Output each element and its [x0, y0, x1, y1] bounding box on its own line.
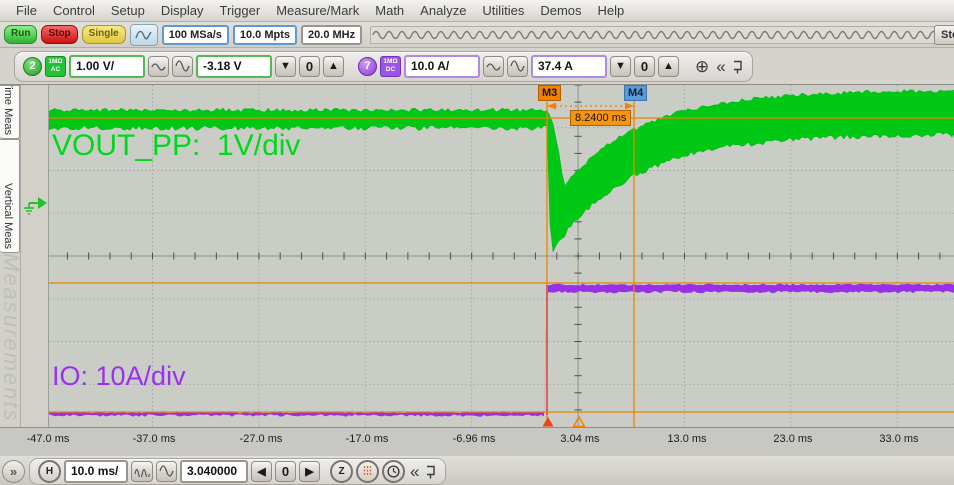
channel-2-badge[interactable]: 2: [23, 57, 42, 76]
channel-2-scale-coarse-button[interactable]: [172, 56, 193, 77]
channel-7-offset-zero-button[interactable]: 0: [634, 56, 655, 77]
channel-7-coupling: DC: [386, 66, 395, 74]
menu-bar: File Control Setup Display Trigger Measu…: [0, 0, 954, 22]
channel-2-impedance: 1MΩ: [48, 58, 62, 66]
wave-icon: [135, 29, 153, 41]
clock-button[interactable]: [382, 460, 405, 483]
channel-7-badge[interactable]: 7: [358, 57, 377, 76]
acquisition-wave-strip: [370, 26, 946, 44]
menu-item-display[interactable]: Display: [153, 1, 212, 20]
sample-rate-field[interactable]: 100 MSa/s: [162, 25, 229, 45]
x-axis-tick: -6.96 ms: [453, 433, 496, 445]
marker-m4-tag[interactable]: M4: [624, 85, 647, 101]
expand-panel-button[interactable]: »: [2, 460, 25, 483]
channel-2-coupling-badge[interactable]: 1MΩ AC: [45, 56, 66, 77]
menu-item-analyze[interactable]: Analyze: [412, 1, 474, 20]
channel-panel: 2 1MΩ AC 1.00 V/ -3.18 V ▼ 0 ▲ 7 1MΩ: [14, 51, 753, 82]
time-axis: -47.0 ms -37.0 ms -27.0 ms -17.0 ms -6.9…: [0, 427, 954, 456]
markers-button[interactable]: [356, 460, 379, 483]
menu-item-measure-mark[interactable]: Measure/Mark: [268, 1, 367, 20]
marker-delta-readout[interactable]: 8.2400 ms: [570, 110, 631, 126]
collapse-toolbar-icon[interactable]: «: [714, 58, 727, 75]
channel-2-offset-down-button[interactable]: ▼: [275, 56, 296, 77]
run-button[interactable]: Run: [4, 25, 37, 44]
x-axis-tick: -47.0 ms: [27, 433, 70, 445]
menu-item-help[interactable]: Help: [590, 1, 633, 20]
waveform-canvas[interactable]: [49, 85, 954, 427]
small-sine-icon: [151, 61, 166, 71]
channel-2-offset-up-button[interactable]: ▲: [323, 56, 344, 77]
x-axis-tick: 3.04 ms: [560, 433, 599, 445]
channel-2-offset-zero-button[interactable]: 0: [299, 56, 320, 77]
menu-item-trigger[interactable]: Trigger: [211, 1, 268, 20]
pin-toolbar-icon[interactable]: [731, 59, 744, 74]
channel-7-scale-fine-button[interactable]: [483, 56, 504, 77]
timebase-panel: H 10.0 ms/ 3.040000 ◀ 0 ▶ Z: [29, 458, 446, 485]
acquisition-toolbar: Run Stop Single 100 MSa/s 10.0 Mpts 20.0…: [0, 22, 954, 48]
sine-strip-icon: [371, 28, 945, 42]
x-axis-tick: -37.0 ms: [133, 433, 176, 445]
single-button[interactable]: Single: [82, 25, 126, 44]
waveform-display[interactable]: VOUT_PP: 1V/div IO: 10A/div M3 M4 8.2400…: [48, 85, 954, 427]
sine-icon: [159, 465, 174, 477]
horizontal-menu-button[interactable]: H: [38, 460, 61, 483]
channel-2-ground-marker-icon[interactable]: [21, 191, 48, 215]
tab-vertical-meas-label: Vertical Meas: [2, 183, 14, 249]
x-axis-tick: -17.0 ms: [346, 433, 389, 445]
menu-item-math[interactable]: Math: [367, 1, 412, 20]
channel-7-scale-coarse-button[interactable]: [507, 56, 528, 77]
timebase-scale-field[interactable]: 10.0 ms/: [64, 460, 128, 483]
tab-time-meas[interactable]: Time Meas: [0, 85, 20, 139]
sine-icon: [510, 60, 525, 72]
marker-m3-tag[interactable]: M3: [538, 85, 561, 101]
bandwidth-field[interactable]: 20.0 MHz: [301, 25, 362, 45]
clock-icon: [387, 465, 400, 478]
oscilloscope-window: File Control Setup Display Trigger Measu…: [0, 0, 954, 485]
waveform-snapshot-button[interactable]: [130, 24, 158, 46]
timebase-fast-button[interactable]: [131, 461, 153, 482]
horizontal-position-field[interactable]: 3.040000: [180, 460, 248, 483]
channel-7-offset-down-button[interactable]: ▼: [610, 56, 631, 77]
channel-toolbar: 2 1MΩ AC 1.00 V/ -3.18 V ▼ 0 ▲ 7 1MΩ: [0, 48, 954, 85]
x-axis-tick: 33.0 ms: [879, 433, 918, 445]
channel-7-impedance: 1MΩ: [383, 58, 397, 66]
channel-7-coupling-badge[interactable]: 1MΩ DC: [380, 56, 401, 77]
position-left-button[interactable]: ◀: [251, 461, 272, 482]
dashed-markers-icon: [362, 465, 373, 477]
stop-button[interactable]: Stop: [41, 25, 77, 44]
pin-toolbar-icon[interactable]: [424, 464, 437, 479]
channel-7-scale-field[interactable]: 10.0 A/: [404, 55, 480, 78]
stop-clipped-button[interactable]: Stop: [934, 25, 954, 45]
small-sine-icon: [486, 61, 501, 71]
scope-workspace: Time Meas Vertical Meas Measurements T: [0, 85, 954, 427]
double-sine-icon: [134, 466, 150, 477]
menu-item-utilities[interactable]: Utilities: [474, 1, 532, 20]
measurement-sidebar: Time Meas Vertical Meas Measurements: [0, 85, 21, 427]
channel-7-offset-up-button[interactable]: ▲: [658, 56, 679, 77]
tab-time-meas-label: Time Meas: [2, 85, 14, 135]
x-axis-tick: -27.0 ms: [240, 433, 283, 445]
channel-2-scale-fine-button[interactable]: [148, 56, 169, 77]
channel-7-offset-field[interactable]: 37.4 A: [531, 55, 607, 78]
channel-2-offset-field[interactable]: -3.18 V: [196, 55, 272, 78]
menu-item-demos[interactable]: Demos: [532, 1, 589, 20]
position-zero-button[interactable]: 0: [275, 461, 296, 482]
horizontal-toolbar: » H 10.0 ms/ 3.040000 ◀ 0 ▶ Z: [0, 456, 954, 485]
plot-left-margin: T: [21, 85, 48, 427]
add-channel-icon[interactable]: ⊕: [693, 58, 711, 75]
menu-item-file[interactable]: File: [8, 1, 45, 20]
position-right-button[interactable]: ▶: [299, 461, 320, 482]
timebase-slow-button[interactable]: [156, 461, 177, 482]
x-axis-tick: 13.0 ms: [667, 433, 706, 445]
sine-icon: [175, 60, 190, 72]
tab-vertical-meas[interactable]: Vertical Meas: [0, 139, 20, 253]
menu-item-control[interactable]: Control: [45, 1, 103, 20]
zoom-mode-button[interactable]: Z: [330, 460, 353, 483]
channel-2-scale-field[interactable]: 1.00 V/: [69, 55, 145, 78]
x-axis-tick: 23.0 ms: [773, 433, 812, 445]
menu-item-setup[interactable]: Setup: [103, 1, 153, 20]
channel-2-coupling: AC: [51, 66, 60, 74]
memory-depth-field[interactable]: 10.0 Mpts: [233, 25, 297, 45]
collapse-toolbar-icon[interactable]: «: [408, 463, 421, 480]
